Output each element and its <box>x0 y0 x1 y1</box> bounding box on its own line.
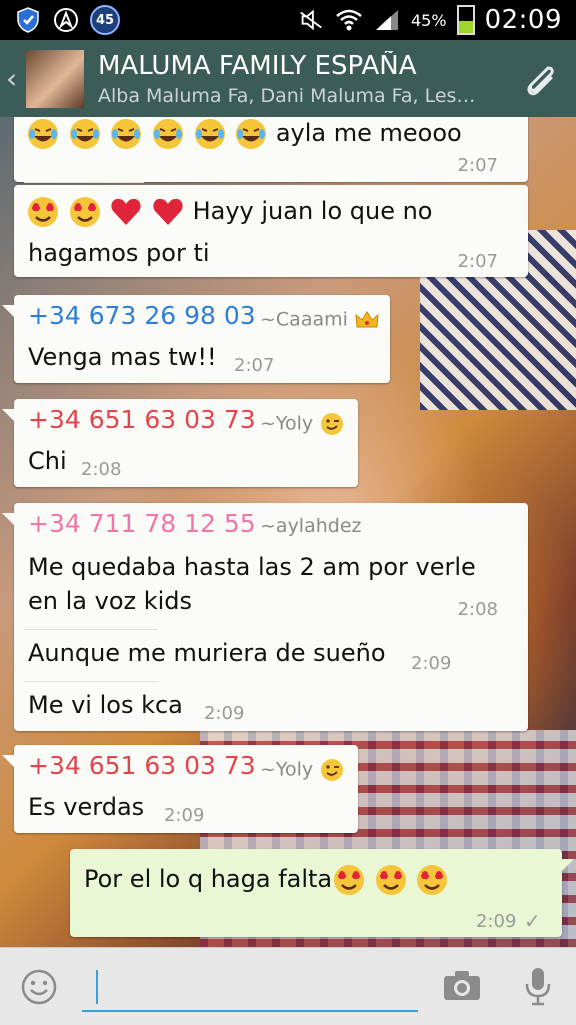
laughing-tears-emoji <box>109 117 143 151</box>
message-text: Por el lo q haga falta <box>84 865 333 893</box>
message-text: Chi <box>28 447 67 475</box>
message-text: Hayy juan lo que no <box>192 197 433 225</box>
camera-icon[interactable] <box>442 968 482 1008</box>
laughing-tears-emoji <box>151 117 185 151</box>
heart-eyes-emoji <box>26 195 60 229</box>
laughing-tears-emoji <box>68 117 102 151</box>
wink-emoji <box>319 411 345 437</box>
heart-eyes-emoji <box>374 863 408 897</box>
message-time: 2:08 <box>457 599 498 620</box>
message-text: Aunque me muriera de sueño <box>28 639 386 667</box>
message-bubble[interactable]: ayla me meooo 2:07 <box>14 117 528 183</box>
message-group-bubble[interactable]: +34 711 78 12 55 ~aylahdez Me quedaba ha… <box>2 503 528 731</box>
smiley-icon[interactable] <box>20 968 58 1010</box>
text-cursor <box>96 970 98 1004</box>
red-heart-emoji <box>109 195 143 229</box>
divider <box>24 681 158 682</box>
sender-phone[interactable]: +34 651 63 03 73 <box>28 751 256 780</box>
divider <box>24 182 144 183</box>
mute-icon <box>297 6 325 34</box>
notification-badge: 45 <box>90 5 120 35</box>
laughing-tears-emoji <box>234 117 268 151</box>
message-text: Es verdas <box>28 793 145 821</box>
message-time: 2:09 <box>411 653 452 674</box>
message-text: Venga mas tw!! <box>28 343 217 371</box>
signal-icon <box>373 6 401 34</box>
compose-bar <box>0 947 576 1025</box>
message-text: ayla me meooo <box>275 119 462 147</box>
group-info[interactable]: MALUMA FAMILY ESPAÑA Alba Maluma Fa, Dan… <box>98 51 498 107</box>
message-time: 2:09 <box>164 805 205 826</box>
heart-eyes-emoji <box>332 863 366 897</box>
message-bubble[interactable]: Hayy juan lo que no hagamos por ti 2:07 <box>14 185 528 277</box>
back-arrow-icon[interactable]: ‹ <box>6 62 22 95</box>
sender-phone[interactable]: +34 651 63 03 73 <box>28 405 256 434</box>
wifi-icon <box>335 6 363 34</box>
message-text-row: Por el lo q haga falta <box>84 863 449 897</box>
group-title: MALUMA FAMILY ESPAÑA <box>98 50 417 81</box>
battery-icon <box>456 5 475 35</box>
laughing-tears-emoji <box>26 117 60 151</box>
outgoing-message-bubble[interactable]: Por el lo q haga falta 2:09 ✓ <box>70 849 574 937</box>
sender-nickname: ~Yoly <box>260 411 345 437</box>
battery-percent: 45% <box>411 10 447 30</box>
status-bar: 45 45% 02:09 <box>0 0 576 40</box>
laughing-tears-emoji <box>193 117 227 151</box>
crown-emoji <box>354 307 380 333</box>
message-list[interactable]: ayla me meooo 2:07 Hayy juan lo que no h… <box>0 117 576 947</box>
wink-emoji <box>319 757 345 783</box>
message-text-row: ayla me meooo <box>26 117 462 151</box>
chat-header[interactable]: ‹ MALUMA FAMILY ESPAÑA Alba Maluma Fa, D… <box>0 40 576 117</box>
message-text-line2: hagamos por ti <box>28 239 210 267</box>
sender-nickname: ~aylahdez <box>260 515 362 537</box>
sender-nickname: ~Yoly <box>260 757 345 783</box>
heart-eyes-emoji <box>68 195 102 229</box>
sender-phone[interactable]: +34 711 78 12 55 <box>28 509 256 538</box>
message-bubble[interactable]: +34 673 26 98 03 ~Caaami Venga mas tw!! … <box>2 295 390 383</box>
message-text: Me vi los kca <box>28 691 183 719</box>
message-time: 2:07 <box>457 155 498 176</box>
message-bubble[interactable]: +34 651 63 03 73 ~Yoly Chi 2:08 <box>2 399 358 487</box>
message-text: Me quedaba hasta las 2 am por verle <box>28 553 476 581</box>
group-avatar[interactable] <box>26 49 84 108</box>
message-time: 2:09 <box>204 703 245 724</box>
sender-phone[interactable]: +34 673 26 98 03 <box>28 301 256 330</box>
message-time: 2:07 <box>234 355 275 376</box>
sender-nickname: ~Caaami <box>260 307 380 333</box>
message-text-line2: en la voz kids <box>28 587 193 615</box>
message-text-row: Hayy juan lo que no <box>26 195 433 229</box>
message-time: 2:08 <box>81 459 122 480</box>
microphone-icon[interactable] <box>522 966 554 1012</box>
clock: 02:09 <box>484 5 562 35</box>
heart-eyes-emoji <box>415 863 449 897</box>
message-time: 2:09 <box>476 911 517 932</box>
group-members: Alba Maluma Fa, Dani Maluma Fa, Les… <box>98 84 476 107</box>
message-input[interactable] <box>82 966 418 1012</box>
red-heart-emoji <box>151 195 185 229</box>
check-icon: ✓ <box>524 909 541 933</box>
message-bubble[interactable]: +34 651 63 03 73 ~Yoly Es verdas 2:09 <box>2 745 358 833</box>
navigation-icon <box>52 6 80 34</box>
paperclip-icon[interactable] <box>518 58 562 102</box>
shield-icon <box>14 6 42 34</box>
message-time: 2:07 <box>457 251 498 272</box>
divider <box>24 629 158 630</box>
